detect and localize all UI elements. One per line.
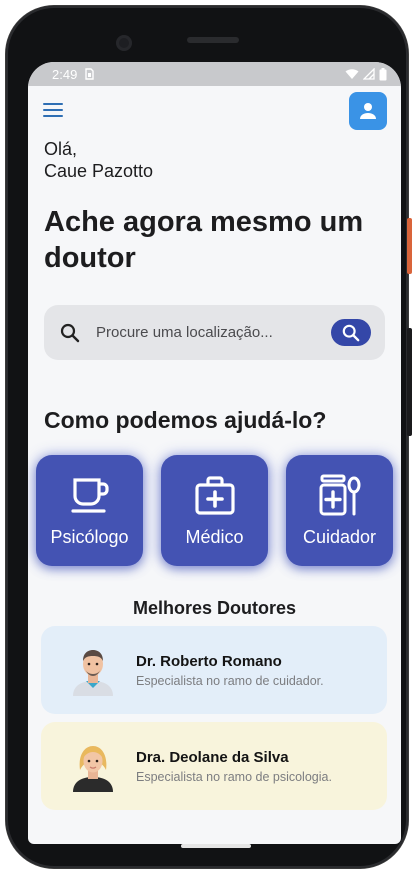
category-card-psicologo[interactable]: Psicólogo — [36, 455, 143, 566]
app-screen: 2:49 Olá, Caue Pazotto Ache agora mesmo … — [28, 62, 401, 844]
category-label: Psicólogo — [50, 527, 129, 547]
category-label: Cuidador — [302, 527, 377, 547]
greeting: Olá, Caue Pazotto — [44, 138, 153, 182]
app-top-bar — [28, 86, 401, 136]
medical-kit-icon — [194, 476, 235, 515]
signal-icon — [363, 68, 375, 80]
help-section-title: Como podemos ajudá-lo? — [44, 407, 327, 433]
wifi-icon — [345, 69, 359, 79]
doctor-specialty: Especialista no ramo de cuidador. — [136, 673, 324, 688]
best-doctors-title: Melhores Doutores — [132, 598, 297, 618]
greeting-hello: Olá, — [44, 139, 78, 159]
status-time: 2:49 — [52, 66, 78, 82]
doctor-name: Dr. Roberto Romano — [136, 652, 282, 670]
profile-button[interactable] — [349, 92, 387, 130]
medicine-spoon-icon — [319, 474, 360, 516]
page-headline: Ache agora mesmo um doutor — [44, 206, 364, 274]
home-indicator[interactable] — [181, 844, 251, 848]
phone-frame: 2:49 Olá, Caue Pazotto Ache agora mesmo … — [6, 6, 412, 868]
menu-line — [43, 109, 63, 111]
volume-button — [407, 328, 412, 436]
greeting-user-name: Caue Pazotto — [44, 161, 154, 181]
doctor-info: Dr. Roberto Romano Especialista no ramo … — [136, 653, 324, 688]
front-camera — [116, 35, 132, 51]
sim-icon — [85, 68, 95, 80]
doctor-info: Dra. Deolane da Silva Especialista no ra… — [136, 749, 332, 784]
search-icon — [60, 323, 80, 342]
user-icon — [360, 103, 376, 119]
category-cards: Psicólogo Médico Cuidador — [36, 455, 393, 566]
menu-icon[interactable] — [42, 101, 64, 119]
menu-line — [43, 103, 63, 105]
search-bar — [44, 305, 385, 360]
search-icon — [342, 324, 360, 341]
category-card-cuidador[interactable]: Cuidador — [286, 455, 393, 566]
search-submit-button[interactable] — [331, 319, 371, 346]
doctor-name: Dra. Deolane da Silva — [136, 748, 289, 766]
male-doctor-avatar — [73, 650, 113, 696]
female-doctor-avatar — [73, 746, 113, 792]
location-search-input[interactable] — [96, 324, 316, 341]
power-button — [407, 218, 412, 274]
category-card-medico[interactable]: Médico — [161, 455, 268, 566]
earpiece-speaker — [187, 37, 239, 43]
doctor-card[interactable]: Dra. Deolane da Silva Especialista no ra… — [41, 722, 387, 810]
doctor-specialty: Especialista no ramo de psicologia. — [136, 769, 332, 784]
battery-icon — [379, 67, 387, 80]
coffee-cup-icon — [70, 478, 109, 513]
doctor-card[interactable]: Dr. Roberto Romano Especialista no ramo … — [41, 626, 387, 714]
status-bar: 2:49 — [28, 62, 401, 86]
menu-line — [43, 115, 63, 117]
category-label: Médico — [185, 527, 244, 547]
